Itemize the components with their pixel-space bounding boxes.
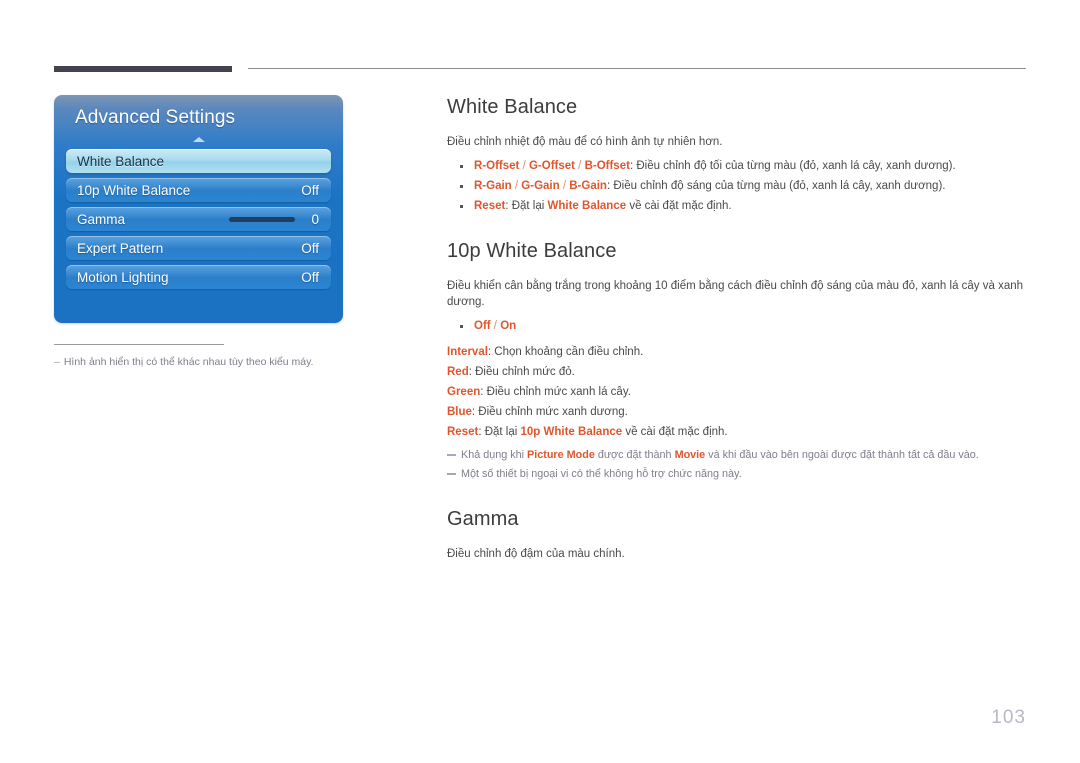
- note-text: Khả dụng khi: [461, 449, 528, 461]
- osd-menu-item-value: Off: [301, 182, 319, 198]
- osd-menu-list: White Balance 10p White Balance Off Gamm…: [66, 149, 331, 294]
- footnote-dash: –: [54, 356, 60, 368]
- osd-menu-item-10p-white-balance[interactable]: 10p White Balance Off: [66, 178, 331, 202]
- bullet-item: Off / On: [447, 316, 1027, 336]
- keyword-red: Red: [447, 366, 469, 378]
- keyword-reset: Reset: [474, 200, 506, 212]
- footnote-text: Hình ảnh hiển thị có thể khác nhau tùy t…: [63, 356, 314, 368]
- bullet-item: Reset: Đặt lại White Balance về cài đặt …: [447, 196, 1027, 216]
- definition-item: Interval: Chọn khoảng cần điều chỉnh.: [447, 342, 1027, 362]
- gamma-slider[interactable]: [229, 217, 295, 222]
- tenp-white-balance-intro: Điều khiển cân bằng trắng trong khoảng 1…: [447, 280, 1024, 308]
- definition-text: : Điều chỉnh mức xanh lá cây.: [480, 386, 631, 398]
- document-content: White Balance Điều chỉnh nhiệt độ màu để…: [447, 96, 1027, 562]
- bullet-text: : Điều chỉnh độ tối của từng màu (đỏ, xa…: [629, 160, 956, 172]
- definition-text: về cài đặt mặc định.: [622, 426, 728, 438]
- osd-menu-item-value: Off: [301, 240, 319, 256]
- osd-menu-item-value: 0: [311, 211, 319, 227]
- definition-item: Red: Điều chỉnh mức đỏ.: [447, 362, 1027, 382]
- keyword-interval: Interval: [447, 346, 488, 358]
- tenp-white-balance-note-list: Khả dụng khi Picture Mode được đặt thành…: [447, 446, 1027, 484]
- page-number: 103: [991, 707, 1026, 728]
- note-dash-icon: [447, 454, 456, 456]
- keyword-separator: /: [559, 180, 570, 192]
- note-item: Một số thiết bị ngoại vi có thể không hỗ…: [447, 465, 1027, 484]
- keyword-separator: /: [574, 160, 585, 172]
- keyword-separator: /: [490, 320, 501, 332]
- keyword-10p-white-balance: 10p White Balance: [520, 426, 623, 438]
- osd-menu-item-motion-lighting[interactable]: Motion Lighting Off: [66, 265, 331, 289]
- definition-item: Green: Điều chỉnh mức xanh lá cây.: [447, 382, 1027, 402]
- section-title-10p-white-balance: 10p White Balance: [447, 240, 617, 262]
- note-text: và khi đầu vào bên ngoài được đặt thành …: [705, 449, 979, 461]
- white-balance-intro: Điều chỉnh nhiệt độ màu để có hình ảnh t…: [447, 136, 723, 148]
- definition-item: Blue: Điều chỉnh mức xanh dương.: [447, 402, 1027, 422]
- definition-text: : Điều chỉnh mức xanh dương.: [471, 406, 628, 418]
- keyword-separator: /: [519, 160, 529, 172]
- keyword-r-offset: R-Offset: [474, 160, 520, 172]
- bullet-item: R-Offset / G-Offset / B-Offset: Điều chỉ…: [447, 156, 1027, 176]
- bullet-text: : Điều chỉnh độ sáng của từng màu (đỏ, x…: [606, 180, 946, 192]
- keyword-green: Green: [447, 386, 481, 398]
- keyword-g-gain: G-Gain: [521, 180, 560, 192]
- definition-item: Reset: Đặt lại 10p White Balance về cài …: [447, 422, 1027, 442]
- advanced-settings-osd-panel: Advanced Settings White Balance 10p Whit…: [54, 95, 343, 323]
- note-dash-icon: [447, 473, 456, 475]
- keyword-on: On: [500, 320, 517, 332]
- osd-panel-title: Advanced Settings: [75, 107, 236, 128]
- osd-menu-item-label: Expert Pattern: [77, 240, 164, 256]
- osd-menu-item-label: Gamma: [77, 211, 126, 227]
- definition-text: : Đặt lại: [478, 426, 521, 438]
- bullet-item: R-Gain / G-Gain / B-Gain: Điều chỉnh độ …: [447, 176, 1027, 196]
- section-title-white-balance: White Balance: [447, 96, 578, 118]
- definition-text: : Điều chỉnh mức đỏ.: [468, 366, 575, 378]
- definition-text: : Chọn khoảng cần điều chỉnh.: [487, 346, 644, 358]
- keyword-r-gain: R-Gain: [474, 180, 512, 192]
- osd-menu-item-label: White Balance: [77, 153, 165, 169]
- keyword-separator: /: [511, 180, 522, 192]
- keyword-b-gain: B-Gain: [569, 180, 607, 192]
- osd-menu-item-gamma[interactable]: Gamma 0: [66, 207, 331, 231]
- keyword-movie: Movie: [674, 449, 706, 461]
- tenp-white-balance-definition-list: Interval: Chọn khoảng cần điều chỉnh. Re…: [447, 342, 1027, 442]
- keyword-reset: Reset: [447, 426, 479, 438]
- keyword-g-offset: G-Offset: [528, 160, 575, 172]
- osd-menu-item-white-balance[interactable]: White Balance: [66, 149, 331, 173]
- tenp-white-balance-bullet-list: Off / On: [447, 316, 1027, 336]
- page-header-rules: [0, 0, 1080, 80]
- gamma-intro: Điều chỉnh độ đậm của màu chính.: [447, 548, 625, 560]
- header-thick-rule: [54, 66, 232, 72]
- osd-menu-item-label: 10p White Balance: [77, 182, 191, 198]
- keyword-white-balance: White Balance: [547, 200, 627, 212]
- keyword-blue: Blue: [447, 406, 472, 418]
- bullet-text: : Đặt lại: [505, 200, 548, 212]
- keyword-b-offset: B-Offset: [584, 160, 630, 172]
- keyword-off: Off: [474, 320, 491, 332]
- section-title-gamma: Gamma: [447, 508, 519, 530]
- note-item: Khả dụng khi Picture Mode được đặt thành…: [447, 446, 1027, 465]
- scroll-up-arrow-icon[interactable]: [193, 137, 205, 142]
- white-balance-bullet-list: R-Offset / G-Offset / B-Offset: Điều chỉ…: [447, 156, 1027, 216]
- left-column-footnote: – Hình ảnh hiển thị có thể khác nhau tùy …: [54, 355, 354, 369]
- header-thin-rule: [248, 68, 1026, 69]
- keyword-picture-mode: Picture Mode: [527, 449, 595, 461]
- note-text: Một số thiết bị ngoại vi có thể không hỗ…: [461, 468, 742, 480]
- osd-menu-item-expert-pattern[interactable]: Expert Pattern Off: [66, 236, 331, 260]
- osd-menu-item-label: Motion Lighting: [77, 269, 169, 285]
- footnote-separator: [54, 344, 224, 345]
- note-text: được đặt thành: [594, 449, 675, 461]
- osd-menu-item-value: Off: [301, 269, 319, 285]
- bullet-text: về cài đặt mặc định.: [626, 200, 732, 212]
